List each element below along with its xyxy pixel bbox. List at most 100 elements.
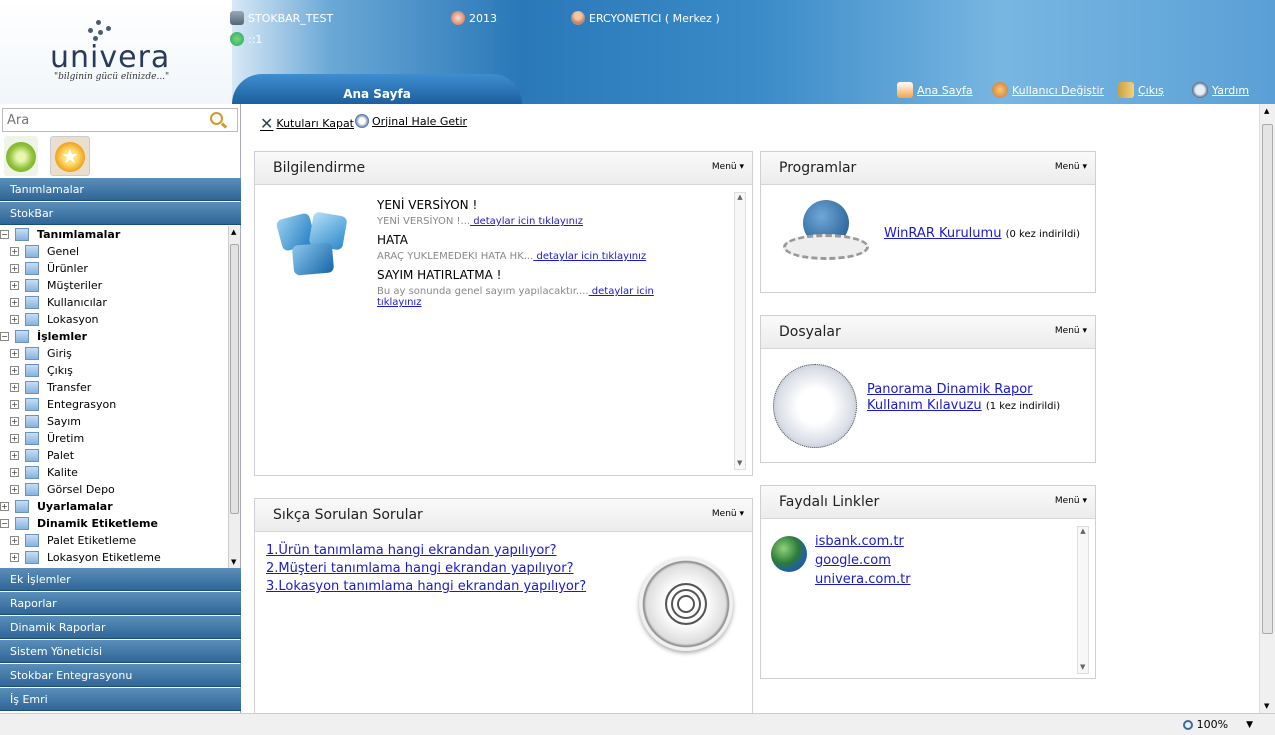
- tree-item[interactable]: + Üretim: [10, 430, 84, 447]
- tree-item[interactable]: + Müşteriler: [10, 277, 102, 294]
- help-link[interactable]: Yardım: [1192, 82, 1249, 98]
- tree-item[interactable]: + Uyarlamalar: [0, 498, 113, 515]
- tree-item[interactable]: + Kullanıcılar: [10, 294, 107, 311]
- section-sistem-yoneticisi[interactable]: Sistem Yöneticisi: [0, 640, 241, 663]
- exit-door-icon: [1118, 82, 1134, 98]
- section-stokbar[interactable]: StokBar: [0, 202, 241, 225]
- link-univera[interactable]: univera.com.tr: [815, 570, 911, 589]
- tree-item[interactable]: + Genel: [10, 243, 79, 260]
- section-dinamik-raporlar[interactable]: Dinamik Raporlar: [0, 616, 241, 639]
- faq-item-3[interactable]: 3.Lokasyon tanımlama hangi ekrandan yapı…: [266, 579, 586, 594]
- faq-item-2[interactable]: 2.Müşteri tanımlama hangi ekrandan yapıl…: [266, 561, 586, 576]
- eye-icon: [6, 142, 36, 172]
- page-scroll-thumb[interactable]: [1262, 124, 1273, 634]
- expand-icon[interactable]: +: [10, 417, 19, 426]
- help-magnifier-icon: [1192, 82, 1208, 98]
- tree-item[interactable]: + Lokasyon: [10, 311, 99, 328]
- tab-home[interactable]: Ana Sayfa: [232, 74, 522, 104]
- expand-icon[interactable]: +: [10, 400, 19, 409]
- exit-link[interactable]: Çıkış: [1118, 82, 1164, 98]
- expand-icon[interactable]: +: [10, 298, 19, 307]
- folder-icon: [15, 500, 29, 513]
- tree-scroll-thumb[interactable]: [230, 244, 239, 514]
- info-item-1-link[interactable]: detaylar icin tıklayınız: [470, 216, 583, 227]
- link-google[interactable]: google.com: [815, 551, 911, 570]
- expand-icon[interactable]: +: [10, 366, 19, 375]
- tree-item[interactable]: + Sayım: [10, 413, 81, 430]
- meeting-globe-icon: [783, 200, 869, 266]
- tree-item-label: Kalite: [47, 466, 78, 479]
- tree-scrollbar[interactable]: ▲ ▼: [228, 226, 240, 568]
- search-input[interactable]: [3, 110, 203, 130]
- section-is-emri[interactable]: İş Emri: [0, 688, 241, 711]
- expand-icon[interactable]: +: [10, 485, 19, 494]
- expand-icon[interactable]: +: [10, 451, 19, 460]
- links-scroll-up[interactable]: ▲: [1078, 527, 1088, 535]
- app-header: univera "bilginin gücü elinizde..." STOK…: [0, 0, 1275, 104]
- tree-item[interactable]: + Görsel Depo: [10, 481, 115, 498]
- info-scroll-up[interactable]: ▲: [735, 193, 745, 201]
- restore-layout-button[interactable]: Orjinal Hale Getir: [355, 114, 467, 128]
- tree-item[interactable]: − Dinamik Etiketleme: [0, 515, 158, 532]
- tree-scroll-up[interactable]: ▲: [231, 228, 236, 236]
- info-scroll-down[interactable]: ▼: [737, 459, 742, 467]
- info-item-2-link[interactable]: detaylar icin tıklayınız: [533, 251, 646, 262]
- switch-user-link[interactable]: Kullanıcı Değiştir: [992, 82, 1104, 98]
- expand-icon[interactable]: +: [10, 281, 19, 290]
- link-isbank[interactable]: isbank.com.tr: [815, 532, 911, 551]
- tree-item[interactable]: + Entegrasyon: [10, 396, 116, 413]
- home-link[interactable]: Ana Sayfa: [897, 82, 973, 98]
- faq-item-1[interactable]: 1.Ürün tanımlama hangi ekrandan yapılıyo…: [266, 543, 586, 558]
- section-ek-islemler[interactable]: Ek İşlemler: [0, 568, 241, 591]
- expand-icon[interactable]: +: [10, 349, 19, 358]
- year-text: 2013: [469, 11, 497, 25]
- links-scrollbar[interactable]: ▲ ▼: [1077, 526, 1089, 674]
- tree-item[interactable]: + Ürünler: [10, 260, 88, 277]
- section-raporlar[interactable]: Raporlar: [0, 592, 241, 615]
- tree-item[interactable]: + Giriş: [10, 345, 72, 362]
- tree-item-label: Üretim: [47, 432, 85, 445]
- collapse-icon[interactable]: −: [0, 332, 9, 341]
- program-link-winrar[interactable]: WinRAR Kurulumu: [884, 226, 1001, 241]
- expand-icon[interactable]: +: [10, 383, 19, 392]
- collapse-icon[interactable]: −: [0, 519, 9, 528]
- tree-item[interactable]: + Transfer: [10, 379, 91, 396]
- collapse-icon[interactable]: −: [0, 230, 9, 239]
- expand-icon[interactable]: +: [10, 553, 19, 562]
- page-scroll-up[interactable]: ▲: [1264, 107, 1269, 115]
- user-text: ERCYONETICI ( Merkez ): [589, 11, 720, 25]
- tree-item[interactable]: + Lokasyon Etiketleme: [10, 549, 161, 566]
- folder-icon: [25, 347, 39, 360]
- panel-links-menu[interactable]: Menü ▾: [1055, 496, 1087, 506]
- page-scroll-down[interactable]: ▼: [1264, 702, 1269, 710]
- tree-item[interactable]: − İşlemler: [0, 328, 87, 345]
- tree-item[interactable]: + Palet: [10, 447, 74, 464]
- expand-icon[interactable]: +: [10, 247, 19, 256]
- section-stokbar-entegrasyonu[interactable]: Stokbar Entegrasyonu: [0, 664, 241, 687]
- favorites-eye-tab[interactable]: [4, 136, 38, 176]
- tree-item[interactable]: − Tanımlamalar: [0, 226, 120, 243]
- panel-programs-menu[interactable]: Menü ▾: [1055, 162, 1087, 172]
- tree-item[interactable]: + Kalite: [10, 464, 78, 481]
- expand-icon[interactable]: +: [10, 315, 19, 324]
- panel-faq-menu[interactable]: Menü ▾: [712, 509, 744, 519]
- tree-item[interactable]: + Çıkış: [10, 362, 73, 379]
- links-scroll-down[interactable]: ▼: [1080, 663, 1085, 671]
- close-boxes-button[interactable]: ✕ Kutuları Kapat: [260, 114, 354, 133]
- expand-icon[interactable]: +: [0, 502, 9, 511]
- info-scrollbar[interactable]: ▲ ▼: [734, 192, 746, 470]
- section-tanimlamalar[interactable]: Tanımlamalar: [0, 178, 241, 201]
- zoom-control[interactable]: 100% ▼: [1182, 718, 1253, 731]
- page-scrollbar[interactable]: ▲ ▼: [1259, 104, 1275, 713]
- expand-icon[interactable]: +: [10, 536, 19, 545]
- folder-icon: [25, 432, 39, 445]
- expand-icon[interactable]: +: [10, 264, 19, 273]
- favorites-star-tab[interactable]: ★: [50, 136, 90, 176]
- panel-info-menu[interactable]: Menü ▾: [712, 162, 744, 172]
- tree-item[interactable]: + Palet Etiketleme: [10, 532, 136, 549]
- expand-icon[interactable]: +: [10, 468, 19, 477]
- panel-files-menu[interactable]: Menü ▾: [1055, 326, 1087, 336]
- db-info: STOKBAR_TEST: [230, 11, 333, 25]
- expand-icon[interactable]: +: [10, 434, 19, 443]
- tree-scroll-down[interactable]: ▼: [231, 558, 236, 566]
